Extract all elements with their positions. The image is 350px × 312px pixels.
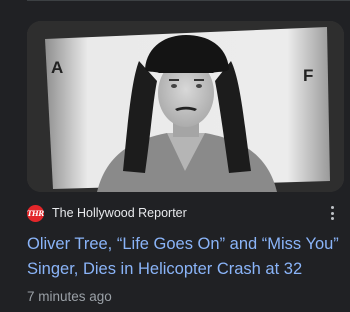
backdrop-letter-right: F [303,66,313,85]
thumbnail-photo: A F [27,21,344,192]
article-timestamp: 7 minutes ago [27,289,112,304]
divider [27,0,350,1]
more-dot [330,206,334,209]
publisher-name[interactable]: The Hollywood Reporter [52,205,187,221]
more-dot [330,217,334,220]
article-thumbnail[interactable]: A F [27,21,344,192]
more-vert-icon[interactable] [327,204,337,222]
more-dot [330,211,334,215]
backdrop-letter-left: A [51,58,63,77]
source-row: THR The Hollywood Reporter [27,203,347,223]
news-card[interactable]: A F THR The Hollywood Reporter Oliver Tr… [0,0,350,312]
article-headline[interactable]: Oliver Tree, “Life Goes On” and “Miss Yo… [27,232,345,282]
publisher-logo: THR [27,204,44,222]
